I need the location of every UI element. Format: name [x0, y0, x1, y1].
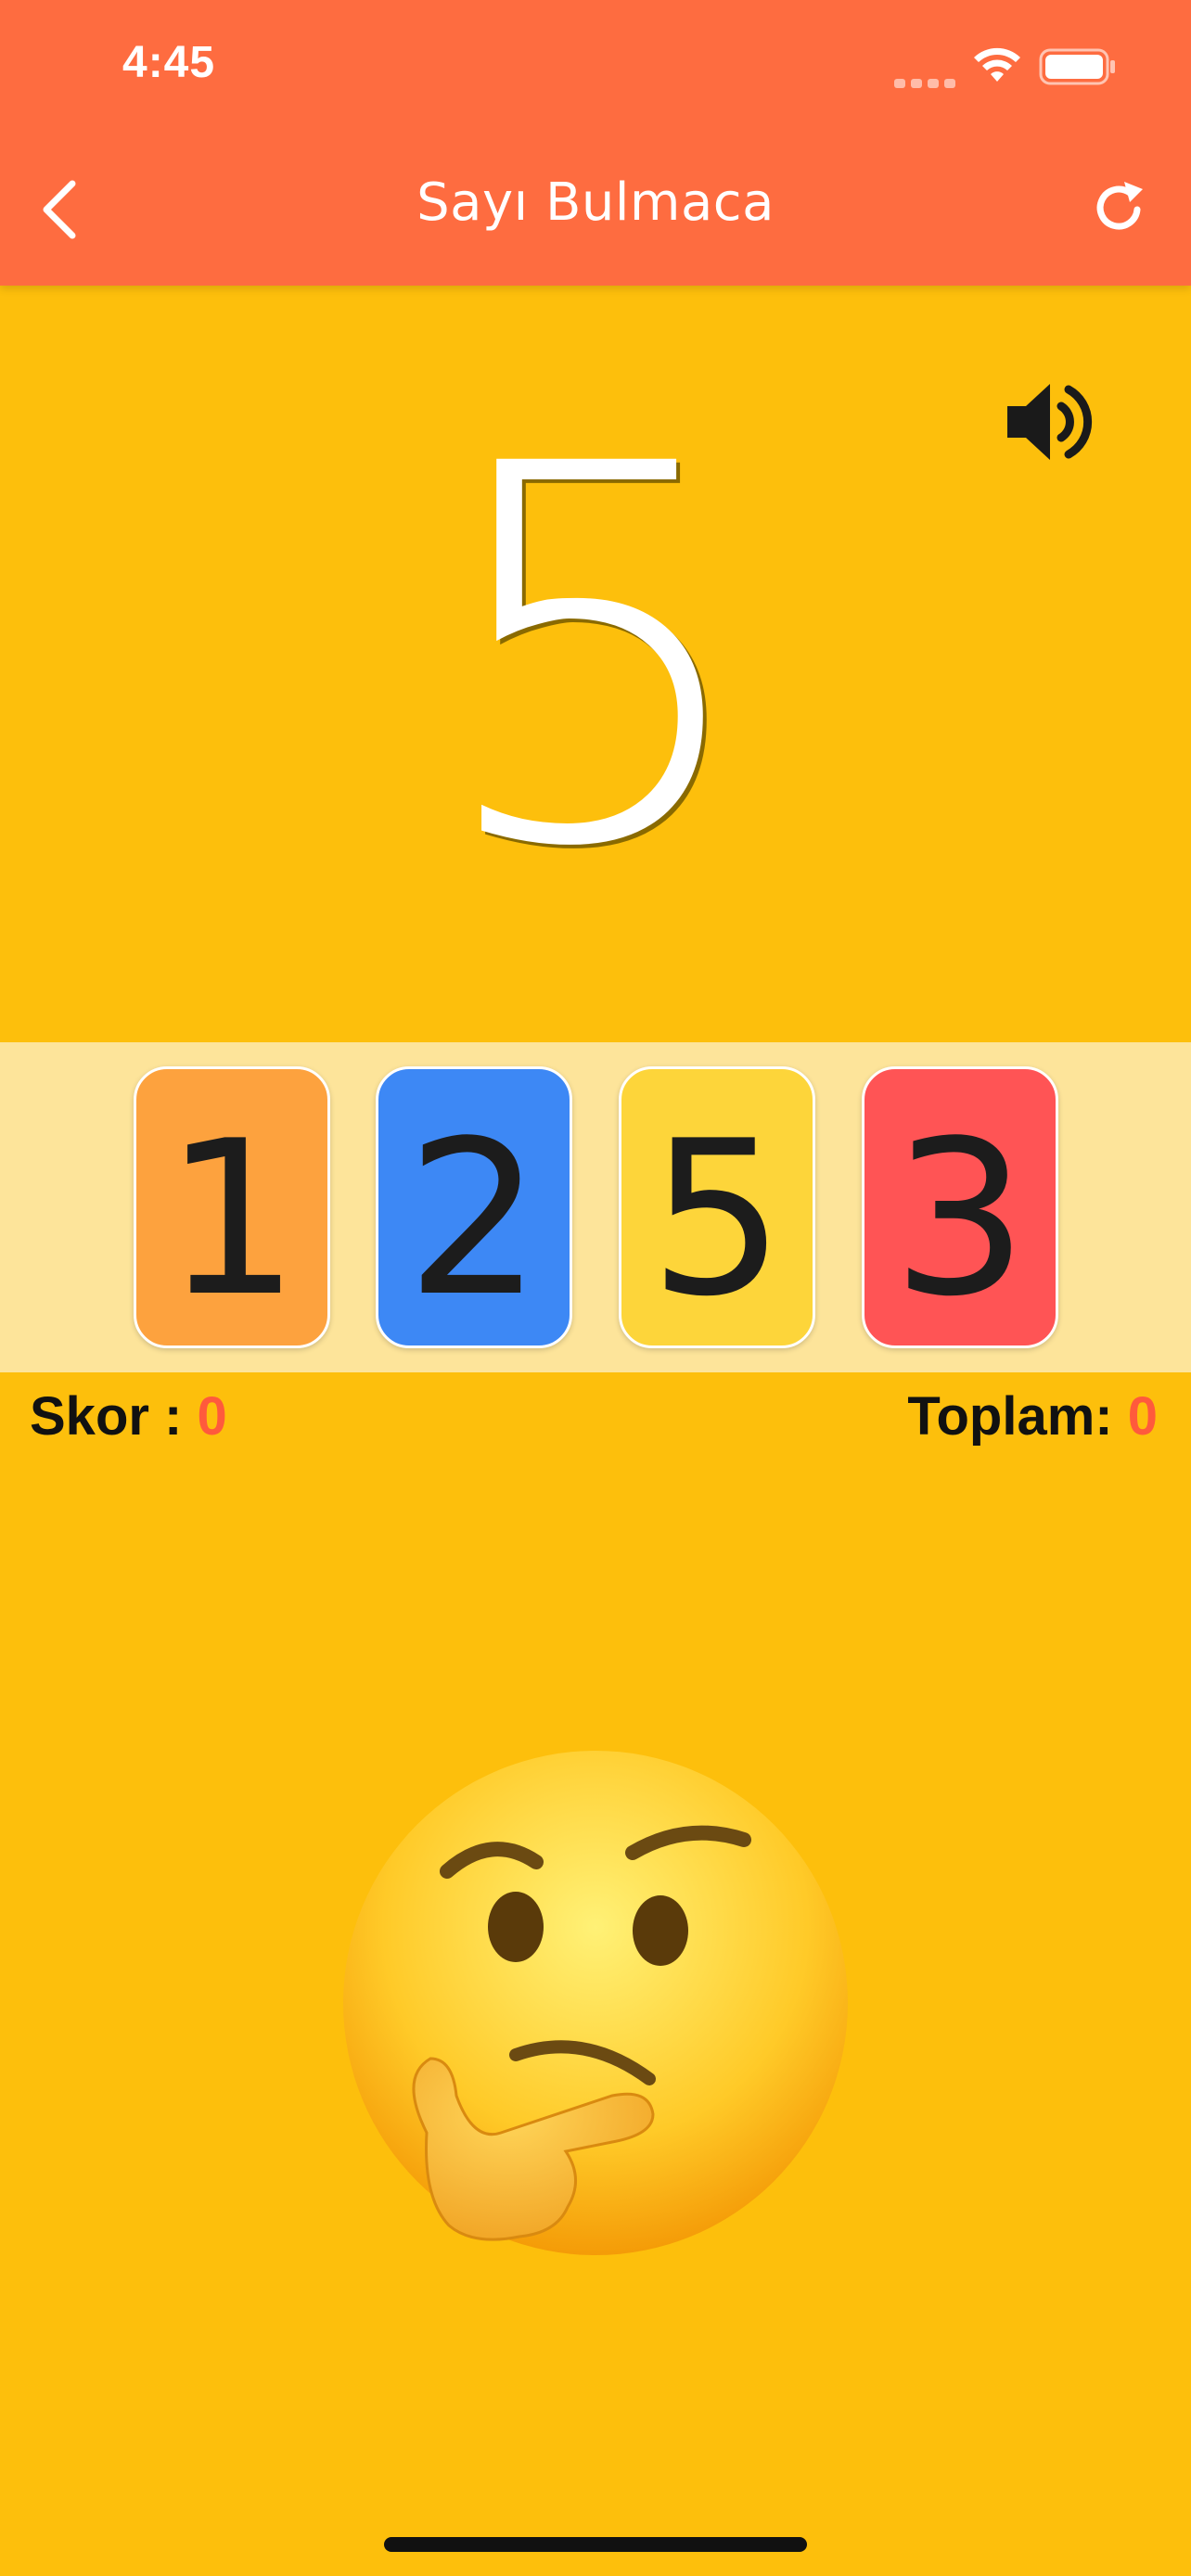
total-display: Toplam: 0 — [907, 1385, 1158, 1447]
refresh-button[interactable] — [1089, 178, 1148, 237]
thinking-face-icon — [334, 1743, 853, 2281]
target-number: 5 — [429, 356, 762, 961]
home-indicator[interactable] — [384, 2537, 807, 2552]
score-label: Skor : — [30, 1386, 183, 1447]
score-value: 0 — [197, 1386, 227, 1447]
top-bar: 4:45 Sayı Bulmaca — [0, 0, 1191, 286]
status-icons — [894, 46, 1117, 88]
page-title: Sayı Bulmaca — [416, 172, 775, 233]
cellular-signal-icon — [894, 74, 961, 92]
number-card-1[interactable]: 1 — [134, 1066, 330, 1348]
number-card-2[interactable]: 2 — [376, 1066, 572, 1348]
total-label: Toplam: — [907, 1386, 1113, 1447]
score-display: Skor : 0 — [30, 1385, 227, 1447]
total-value: 0 — [1127, 1386, 1158, 1447]
battery-icon — [1039, 48, 1115, 85]
refresh-icon — [1096, 182, 1143, 230]
number-card-4[interactable]: 3 — [862, 1066, 1058, 1348]
wifi-icon — [974, 47, 1020, 82]
number-card-3[interactable]: 5 — [619, 1066, 815, 1348]
status-time: 4:45 — [122, 38, 216, 87]
